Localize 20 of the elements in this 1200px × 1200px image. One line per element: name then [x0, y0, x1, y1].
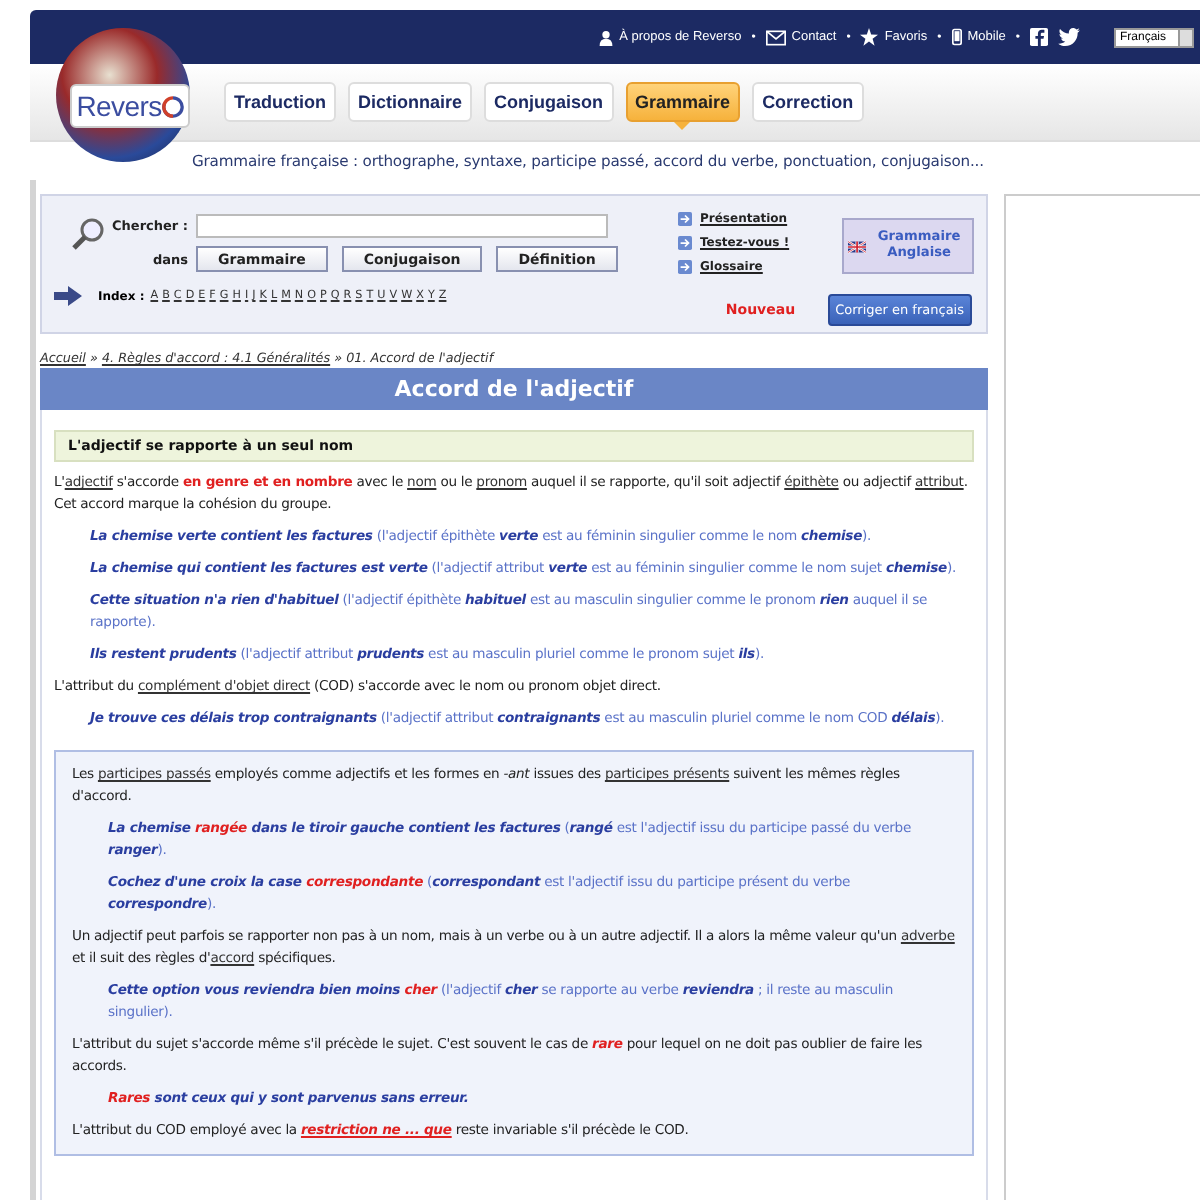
arrow-icon — [54, 286, 82, 306]
flag-icon — [848, 237, 867, 255]
nav-tab[interactable]: Conjugaison — [484, 82, 614, 122]
envelope-icon — [765, 29, 786, 45]
arrow-icon — [678, 236, 692, 250]
arrow-icon — [678, 260, 692, 274]
star-icon — [860, 28, 879, 46]
circular-arrows-icon — [161, 95, 184, 117]
nav-tab[interactable]: Traduction — [224, 82, 337, 122]
magnifier-icon — [70, 216, 106, 252]
nav-tab[interactable]: Correction — [752, 82, 864, 122]
page-title: Accord de l'adjectif — [40, 368, 988, 410]
nav-tab[interactable]: Dictionnaire — [348, 82, 473, 122]
arrow-icon — [678, 212, 692, 226]
phone-icon — [951, 28, 962, 46]
person-icon — [597, 29, 614, 45]
search-field[interactable] — [196, 213, 608, 237]
facebook-icon[interactable] — [1030, 28, 1048, 46]
bird-icon[interactable] — [1058, 28, 1080, 46]
logo[interactable]: Revers — [70, 84, 190, 128]
